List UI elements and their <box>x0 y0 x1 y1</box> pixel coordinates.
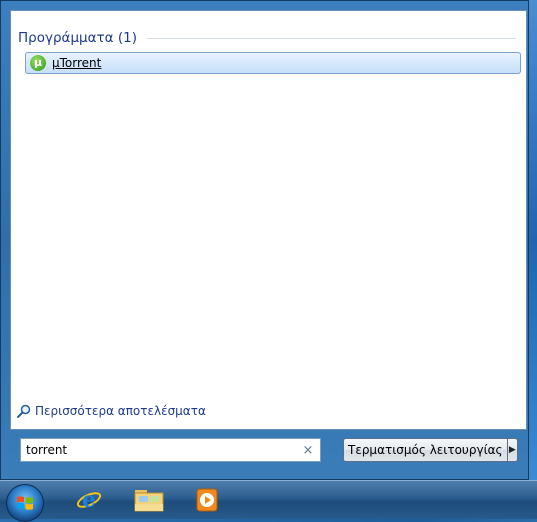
section-divider <box>146 37 516 39</box>
search-box[interactable]: × <box>20 438 321 462</box>
folder-icon[interactable] <box>133 486 164 514</box>
taskbar: e <box>0 480 537 522</box>
more-results-label: Περισσότερα αποτελέσματα <box>35 404 206 418</box>
media-player-icon[interactable] <box>193 486 223 514</box>
shutdown-options-arrow-icon[interactable]: ▶ <box>507 438 518 462</box>
start-menu: Προγράμματα (1) µ µTorrent Περισσότερα α… <box>0 0 529 480</box>
result-utorrent[interactable]: µ µTorrent <box>25 52 521 74</box>
clear-search-icon[interactable]: × <box>300 443 316 458</box>
programs-section-header: Προγράμματα (1) <box>18 28 516 48</box>
magnifier-icon <box>17 404 31 418</box>
shutdown-button[interactable]: Τερματισμός λειτουργίας <box>343 438 508 462</box>
search-input[interactable] <box>21 439 300 461</box>
more-results-link[interactable]: Περισσότερα αποτελέσματα <box>17 404 206 418</box>
search-results-panel: Προγράμματα (1) µ µTorrent Περισσότερα α… <box>10 10 527 430</box>
windows-logo-icon <box>17 496 33 510</box>
svg-text:e: e <box>82 487 96 513</box>
programs-section-title: Προγράμματα (1) <box>18 30 137 46</box>
result-label: µTorrent <box>52 56 102 70</box>
start-button[interactable] <box>6 484 44 522</box>
utorrent-icon: µ <box>30 55 46 71</box>
internet-explorer-icon[interactable]: e <box>74 486 104 514</box>
shutdown-control: Τερματισμός λειτουργίας ▶ <box>343 438 518 462</box>
